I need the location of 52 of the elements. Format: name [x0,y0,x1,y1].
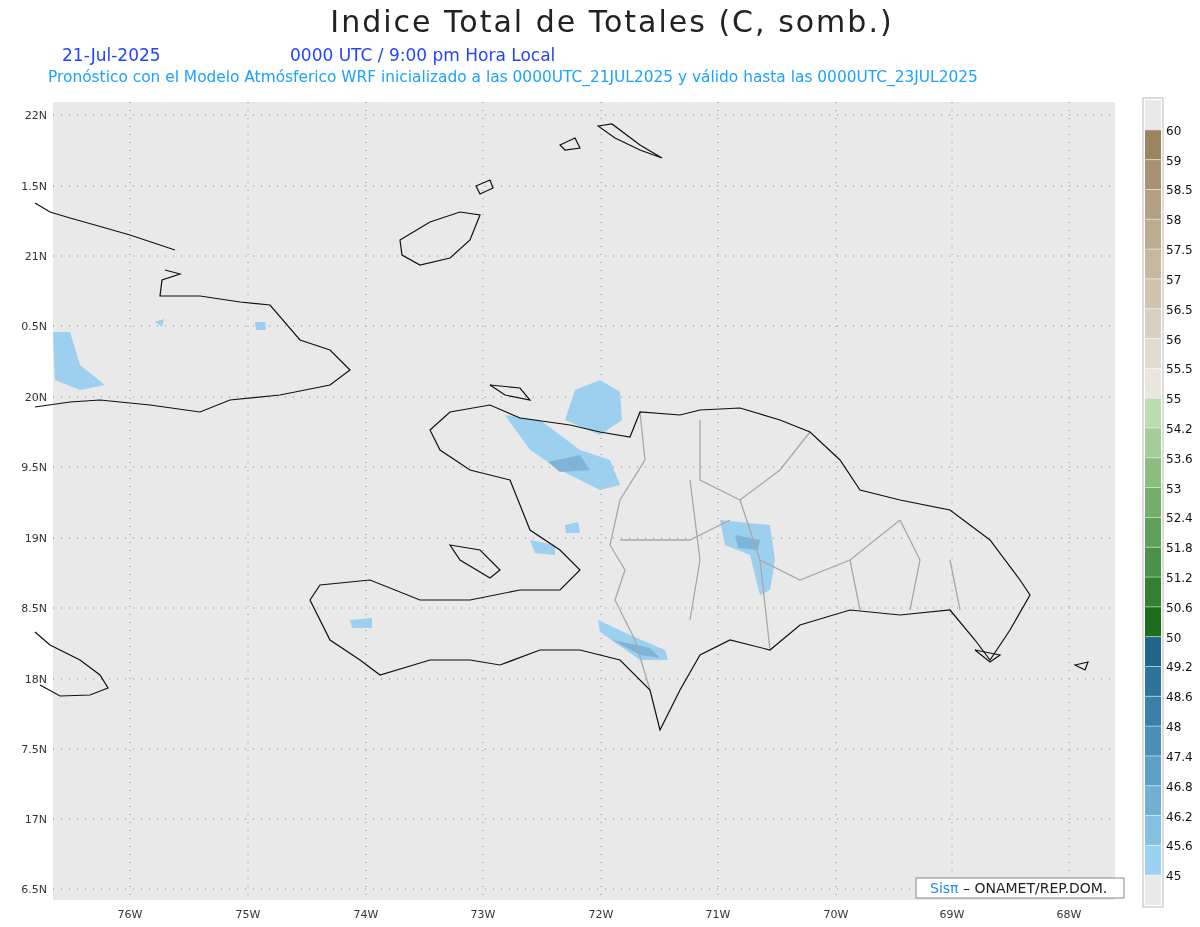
scale-label: 47.4 [1166,749,1193,764]
scale-label: 55 [1166,392,1182,407]
scale-label: 58 [1166,213,1182,228]
scale-label: 45 [1166,869,1182,884]
latitude-label: 17N [24,813,47,826]
scale-label: 49.2 [1166,660,1193,675]
scale-label: 55.5 [1166,362,1193,377]
scale-label: 60 [1166,123,1182,138]
scale-label: 53 [1166,481,1182,496]
longitude-label: 71W [705,908,731,921]
longitude-label: 70W [823,908,849,921]
scale-label: 50.6 [1166,600,1193,615]
scale-label: 45.6 [1166,839,1193,854]
scale-label: 52.4 [1166,511,1193,526]
latitude-label: 21N [24,250,47,263]
longitude-label: 72W [588,908,614,921]
chart-subtitle: Pronóstico con el Modelo Atmósferico WRF inicializado a las 0000UTC_21JUL2025 y válido hasta las 0000UTC_23JUL2025 [48,68,978,86]
latitude-label: 0.5N [21,320,47,333]
scale-label: 50 [1166,630,1182,645]
latitude-label: 6.5N [21,883,47,896]
scale-label: 46.8 [1166,779,1193,794]
longitude-label: 73W [470,908,496,921]
latitude-label: 1.5N [21,180,47,193]
scale-label: 48 [1166,720,1182,735]
scale-label: 51.8 [1166,541,1193,556]
latitude-label: 9.5N [21,461,47,474]
latitude-label: 20N [24,391,47,404]
longitude-label: 68W [1056,908,1082,921]
longitude-label: 69W [939,908,965,921]
credit-label: Sisπ – ONAMET/REP.DOM. [915,877,1125,899]
latitude-label: 19N [24,532,47,545]
scale-label: 54.2 [1166,421,1193,436]
forecast-time: 0000 UTC / 9:00 pm Hora Local [290,45,556,65]
forecast-date: 21-Jul-2025 [62,45,161,65]
scale-label: 58.5 [1166,183,1193,198]
latitude-label: 7.5N [21,743,47,756]
latitude-label: 22N [24,109,47,122]
chart-title: Indice Total de Totales (C, somb.) [330,4,894,39]
scale-label: 56 [1166,332,1182,347]
longitude-label: 76W [117,908,143,921]
scale-label: 57 [1166,272,1182,287]
scale-label: 59 [1166,153,1182,168]
scale-label: 53.6 [1166,451,1193,466]
scale-label: 46.2 [1166,809,1193,824]
scale-label: 48.6 [1166,690,1193,705]
scale-label: 56.5 [1166,302,1193,317]
longitude-label: 74W [353,908,379,921]
latitude-label: 18N [24,673,47,686]
scale-label: 57.5 [1166,243,1193,258]
scale-label: 51.2 [1166,571,1193,586]
longitude-label: 75W [235,908,261,921]
latitude-label: 8.5N [21,602,47,615]
